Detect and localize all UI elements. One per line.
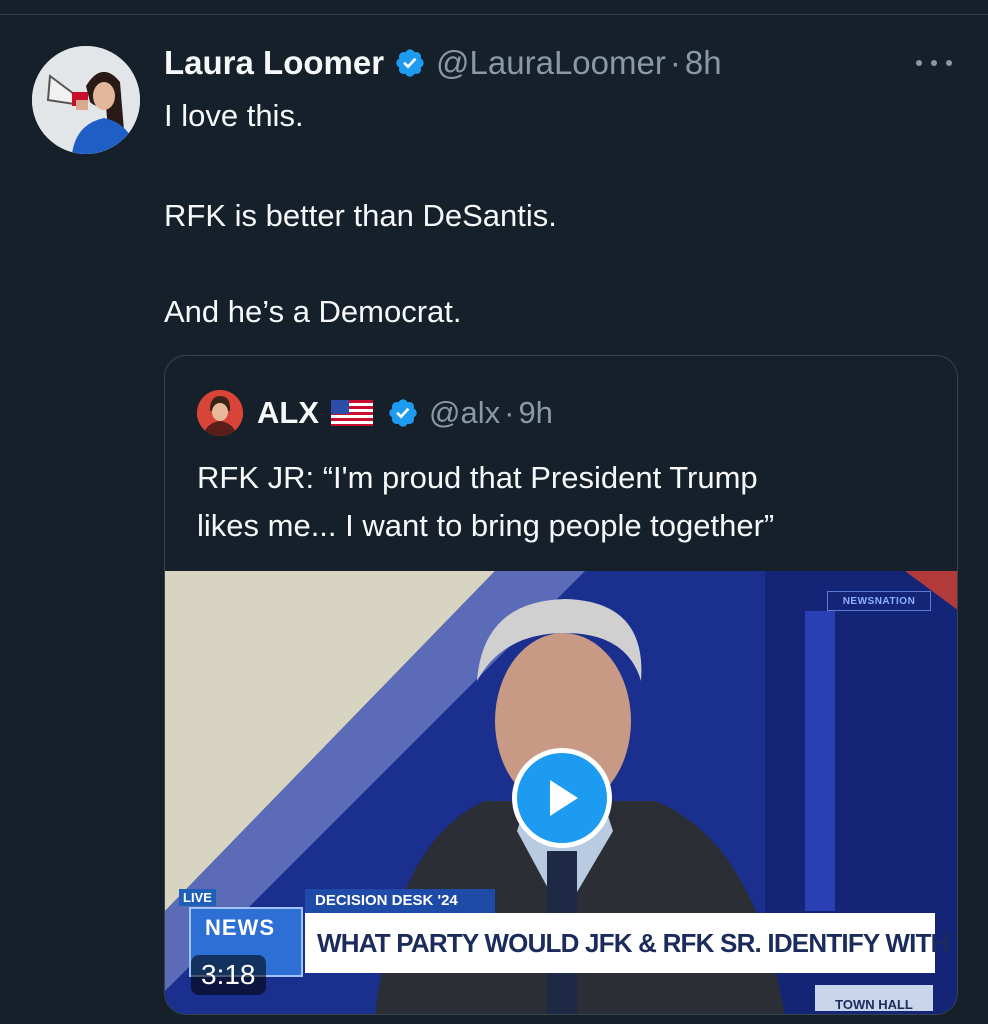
quoted-author-avatar[interactable] [197,390,243,436]
more-dot [931,60,937,66]
author-name[interactable]: Laura Loomer [164,44,384,82]
more-dot [946,60,952,66]
quoted-tweet-card[interactable]: ALX @alx · 9h RFK JR: “I'm proud that Pr… [164,355,958,1015]
header-separator: · [669,44,681,81]
segment-label: DECISION DESK '24 [305,889,495,913]
author-avatar-image [32,46,140,154]
tweet-text-line: And he’s a Democrat. [164,294,462,329]
author-avatar[interactable] [32,46,140,154]
quoted-tweet-header: ALX @alx · 9h [197,388,553,438]
video-player[interactable]: NEWSNATION LIVE NEWS DECISION DESK '24 W… [165,571,957,1014]
quoted-tweet-text: RFK JR: “I'm proud that President Trump … [197,454,774,550]
quoted-author-avatar-image [197,390,243,436]
quoted-tweet-timestamp[interactable]: 9h [518,395,552,431]
quoted-tweet-text-line: RFK JR: “I'm proud that President Trump [197,460,758,495]
verified-badge-icon [389,399,417,427]
tweet-header: Laura Loomer @LauraLoomer · 8h [164,40,722,86]
news-logo-text: NEWS [205,915,275,940]
play-icon[interactable] [512,748,612,848]
quoted-header-separator: · [504,395,515,430]
tweet-text-line: RFK is better than DeSantis. [164,198,557,233]
quoted-author-handle[interactable]: @alx [429,395,500,431]
top-divider [0,14,988,15]
video-headline: WHAT PARTY WOULD JFK & RFK SR. IDENTIFY … [305,913,957,973]
play-triangle [550,780,578,816]
more-dot [916,60,922,66]
us-flag-icon [331,400,373,426]
tweet-timestamp[interactable]: 8h [685,44,722,82]
more-dots-icon[interactable] [912,48,956,78]
quoted-tweet-text-line: likes me... I want to bring people toget… [197,508,775,543]
quoted-author-name[interactable]: ALX [257,395,319,431]
channel-bug: NEWSNATION [827,591,931,611]
tweet-text-line: I love this. [164,98,304,133]
verified-badge-icon [396,49,424,77]
author-handle[interactable]: @LauraLoomer [436,44,666,82]
video-duration: 3:18 [191,955,266,995]
corner-badge: TOWN HALL [815,985,933,1011]
live-label: LIVE [179,889,216,906]
